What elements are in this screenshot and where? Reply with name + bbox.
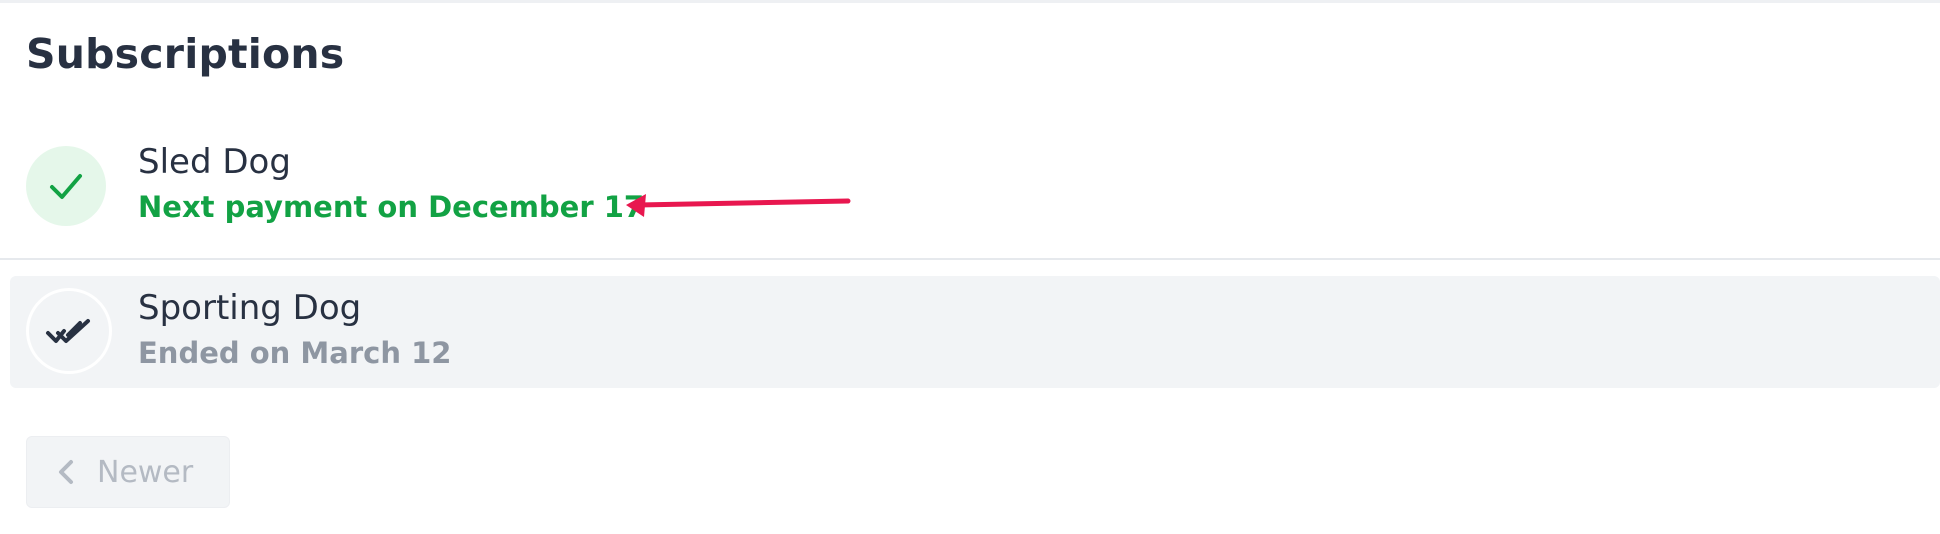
page-title: Subscriptions [26,30,345,78]
ended-status-circle [26,288,112,374]
subscription-status: Next payment on December 17 [138,190,645,224]
double-check-icon [46,319,90,343]
chevron-left-icon [59,460,73,484]
newer-button-label: Newer [97,454,194,490]
active-status-circle [26,146,106,226]
subscription-name: Sled Dog [138,142,291,182]
subscription-item-sled-dog[interactable]: Sled Dog Next payment on December 17 [0,130,1940,258]
subscription-status: Ended on March 12 [138,336,452,370]
arrow-left-icon [626,194,851,217]
subscription-item-sporting-dog[interactable]: Sporting Dog Ended on March 12 [10,276,1940,388]
newer-button[interactable]: Newer [26,436,230,508]
subscription-name: Sporting Dog [138,288,362,328]
top-border [0,0,1940,3]
list-divider [0,258,1940,260]
check-icon [50,174,82,199]
